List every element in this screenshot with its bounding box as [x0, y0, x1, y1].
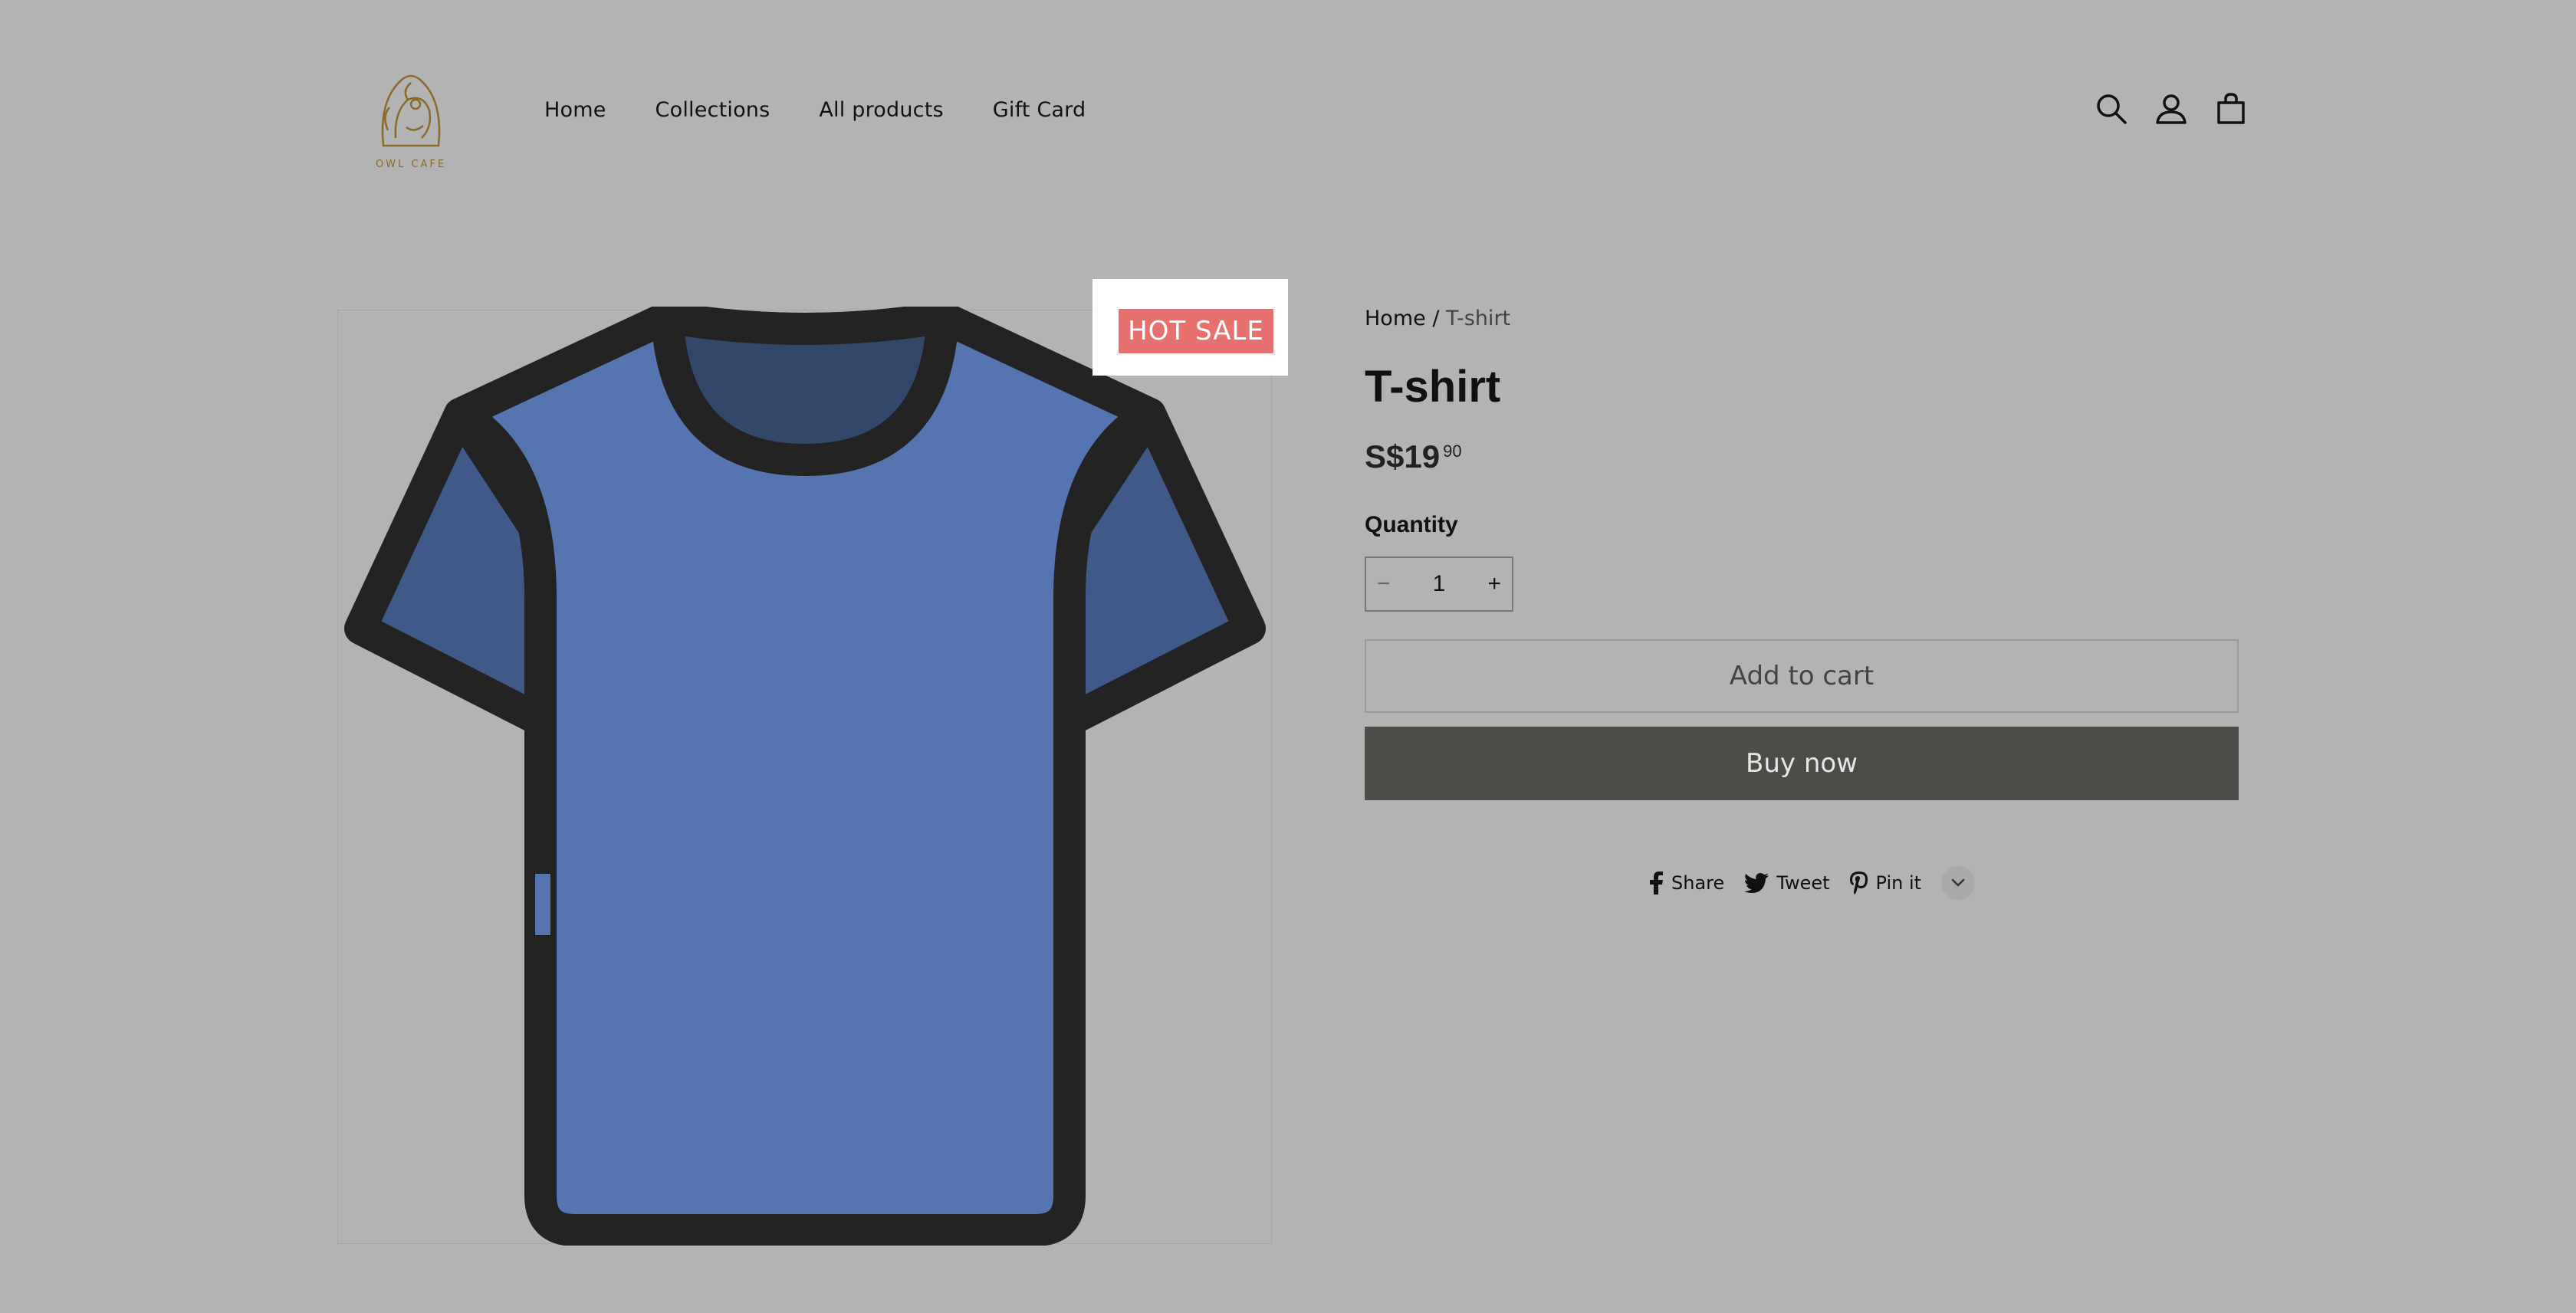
share-twitter-label: Tweet: [1776, 872, 1830, 894]
product-info: Home / T-shirt T-shirt S$19 90 Quantity …: [1365, 307, 2239, 800]
share-row: Share Tweet Pin it: [1648, 866, 1976, 900]
facebook-icon: [1650, 872, 1663, 894]
product-title: T-shirt: [1365, 362, 1501, 412]
quantity-decrease-button[interactable]: −: [1377, 571, 1391, 597]
product-image-tshirt[interactable]: [337, 307, 1273, 1246]
chevron-down-icon: [1951, 878, 1965, 887]
hot-sale-badge: HOT SALE: [1119, 309, 1273, 353]
share-twitter[interactable]: Tweet: [1744, 872, 1830, 894]
header-icons: [2093, 90, 2272, 127]
quantity-increase-button[interactable]: +: [1487, 571, 1501, 597]
buy-now-button[interactable]: Buy now: [1365, 727, 2239, 800]
logo-text: OWL CAFE: [376, 159, 446, 170]
owl-cafe-logo[interactable]: OWL CAFE: [368, 54, 454, 173]
share-more-button[interactable]: [1941, 866, 1976, 900]
product-price: S$19 90: [1365, 438, 2239, 475]
share-facebook-label: Share: [1671, 872, 1725, 894]
nav-home[interactable]: Home: [544, 98, 606, 122]
breadcrumb: Home / T-shirt: [1365, 307, 2239, 330]
twitter-icon: [1744, 873, 1769, 893]
quantity-label: Quantity: [1365, 512, 1458, 537]
price-main: S$19: [1365, 438, 1441, 474]
cart-icon[interactable]: [2213, 90, 2249, 127]
site-header: OWL CAFE Home Collections All products G…: [0, 0, 2576, 230]
search-icon[interactable]: [2093, 90, 2130, 127]
breadcrumb-home[interactable]: Home: [1365, 307, 1426, 330]
owl-logo-icon: OWL CAFE: [376, 74, 446, 170]
pinterest-icon: [1849, 872, 1868, 894]
breadcrumb-current: T-shirt: [1446, 307, 1511, 330]
share-facebook[interactable]: Share: [1648, 872, 1724, 894]
nav-all-products[interactable]: All products: [819, 98, 943, 122]
main-nav: Home Collections All products Gift Card: [544, 98, 1135, 122]
share-pinterest-label: Pin it: [1875, 872, 1922, 894]
nav-gift-card[interactable]: Gift Card: [993, 98, 1086, 122]
share-pinterest[interactable]: Pin it: [1849, 872, 1922, 894]
badge-container: HOT SALE: [1092, 279, 1288, 376]
breadcrumb-separator: /: [1425, 307, 1446, 330]
price-cents: 90: [1443, 441, 1462, 461]
nav-collections[interactable]: Collections: [656, 98, 770, 122]
account-icon[interactable]: [2153, 90, 2190, 127]
quantity-stepper: − 1 +: [1365, 556, 1513, 612]
add-to-cart-button[interactable]: Add to cart: [1365, 639, 2239, 713]
quantity-input[interactable]: 1: [1433, 571, 1446, 597]
